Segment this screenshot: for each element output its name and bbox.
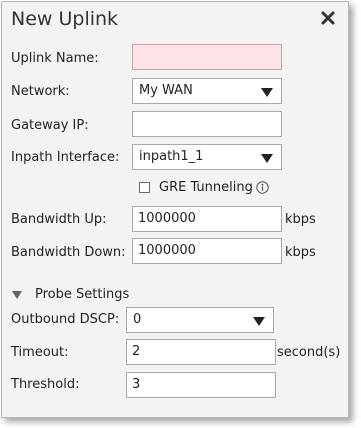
- bandwidth-down-input[interactable]: 1000000: [132, 238, 282, 264]
- bandwidth-down-label: Bandwidth Down:: [11, 245, 126, 260]
- network-select[interactable]: My WAN: [132, 78, 282, 104]
- chevron-down-icon: [261, 88, 273, 97]
- uplink-name-input[interactable]: [132, 44, 282, 70]
- timeout-label: Timeout:: [11, 345, 69, 360]
- threshold-input[interactable]: 3: [126, 372, 276, 398]
- inpath-interface-label: Inpath Interface:: [11, 150, 120, 165]
- chevron-down-icon: [253, 317, 265, 326]
- probe-settings-header[interactable]: Probe Settings: [35, 287, 129, 303]
- dialog-title: New Uplink: [11, 8, 119, 30]
- bandwidth-up-input[interactable]: 1000000: [132, 206, 282, 232]
- gateway-ip-input[interactable]: [132, 111, 282, 137]
- outbound-dscp-select[interactable]: 0: [126, 307, 274, 333]
- new-uplink-dialog: New Uplink Uplink Name: Network: My WAN …: [1, 1, 349, 418]
- close-icon[interactable]: [320, 10, 336, 26]
- gateway-ip-label: Gateway IP:: [11, 118, 89, 133]
- inpath-interface-select[interactable]: inpath1_1: [132, 144, 282, 170]
- info-icon[interactable]: [256, 181, 269, 194]
- chevron-down-icon: [261, 154, 273, 163]
- probe-settings-toggle-icon[interactable]: [12, 291, 22, 299]
- inpath-interface-select-value: inpath1_1: [139, 149, 204, 164]
- threshold-label: Threshold:: [11, 377, 80, 392]
- bandwidth-down-unit: kbps: [285, 245, 316, 260]
- timeout-unit: second(s): [277, 345, 341, 360]
- network-select-value: My WAN: [139, 83, 193, 98]
- outbound-dscp-select-value: 0: [133, 312, 142, 327]
- gre-tunneling-label: GRE Tunneling: [159, 180, 253, 195]
- timeout-input[interactable]: 2: [126, 339, 276, 365]
- gre-tunneling-checkbox[interactable]: [139, 182, 150, 193]
- outbound-dscp-label: Outbound DSCP:: [11, 312, 120, 327]
- uplink-name-label: Uplink Name:: [11, 51, 99, 66]
- network-label: Network:: [11, 84, 70, 99]
- bandwidth-up-unit: kbps: [285, 212, 316, 227]
- bandwidth-up-label: Bandwidth Up:: [11, 212, 107, 227]
